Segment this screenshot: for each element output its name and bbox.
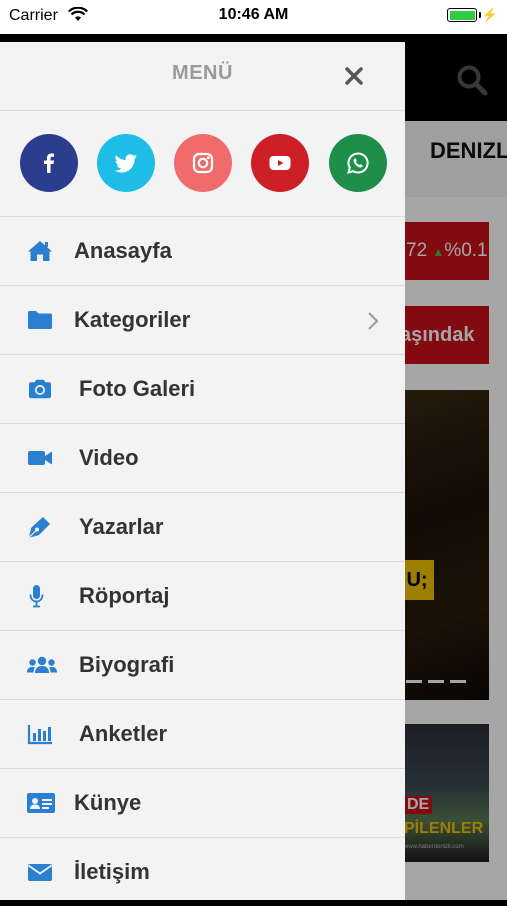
facebook-button[interactable] [20, 134, 78, 192]
status-bar: Carrier 10:46 AM ⚡ [0, 0, 507, 34]
video-icon [26, 446, 54, 470]
facebook-icon [44, 153, 54, 173]
menu-label: Biyografi [79, 652, 175, 677]
menu-item-biyografi[interactable]: Biyografi [0, 631, 405, 700]
envelope-icon [26, 860, 54, 884]
menu-item-kategoriler[interactable]: Kategoriler [0, 286, 405, 355]
menu-label: Yazarlar [79, 514, 164, 539]
menu-label: Künye [74, 790, 142, 815]
menu-item-anasayfa[interactable]: Anasayfa [0, 217, 405, 286]
menu-label: Video [79, 445, 139, 470]
social-links [0, 111, 405, 217]
menu-label: Röportaj [79, 583, 170, 608]
twitter-icon [114, 154, 137, 173]
instagram-button[interactable] [174, 134, 232, 192]
chevron-right-icon [366, 311, 380, 336]
menu-item-anketler[interactable]: Anketler [0, 700, 405, 769]
menu-label: Foto Galeri [79, 376, 196, 401]
menu-label: İletişim [74, 859, 150, 884]
menu-item-yazarlar[interactable]: Yazarlar [0, 493, 405, 562]
pen-icon [26, 515, 54, 539]
battery-cap [479, 12, 481, 18]
bar-chart-icon [26, 722, 54, 746]
side-menu-drawer: MENÜ Anasayfa Kategoriler Foto Galeri Vi… [0, 42, 405, 900]
users-icon [26, 653, 57, 677]
camera-icon [26, 377, 54, 401]
menu-label: Kategoriler [74, 307, 191, 332]
whatsapp-button[interactable] [329, 134, 387, 192]
youtube-icon [269, 156, 291, 170]
folder-icon [26, 308, 54, 332]
menu-label: Anketler [79, 721, 168, 746]
menu-list: Anasayfa Kategoriler Foto Galeri Video Y… [0, 217, 405, 906]
menu-item-video[interactable]: Video [0, 424, 405, 493]
battery-icon [447, 8, 477, 22]
home-icon [26, 239, 54, 263]
menu-item-kunye[interactable]: Künye [0, 769, 405, 838]
twitter-button[interactable] [97, 134, 155, 192]
instagram-icon [192, 152, 214, 174]
menu-label: Anasayfa [74, 238, 172, 263]
whatsapp-icon [347, 152, 369, 174]
microphone-icon [26, 584, 54, 608]
drawer-header: MENÜ [0, 42, 405, 111]
menu-item-roportaj[interactable]: Röportaj [0, 562, 405, 631]
clock: 10:46 AM [218, 6, 289, 23]
charging-icon: ⚡ [481, 7, 498, 22]
menu-item-iletisim[interactable]: İletişim [0, 838, 405, 906]
menu-item-foto-galeri[interactable]: Foto Galeri [0, 355, 405, 424]
id-card-icon [26, 791, 55, 815]
close-icon[interactable] [340, 62, 368, 90]
youtube-button[interactable] [251, 134, 309, 192]
